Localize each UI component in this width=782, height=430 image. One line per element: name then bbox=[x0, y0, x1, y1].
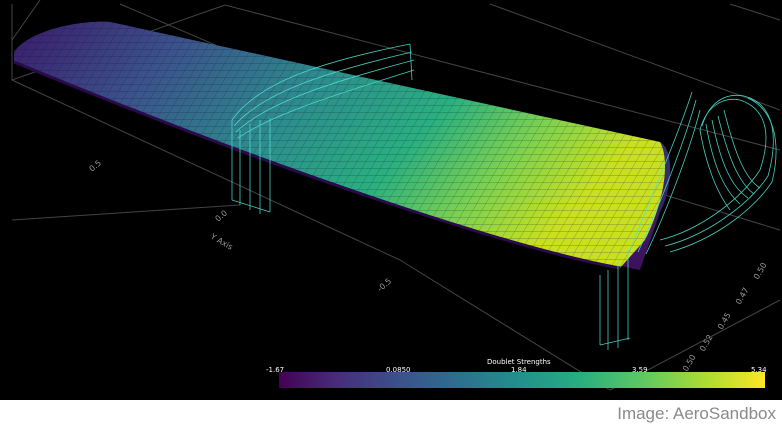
x-tick-label: 0.45 bbox=[716, 311, 733, 331]
colorbar-title: Doublet Strengths bbox=[487, 358, 551, 366]
y-tick-label: -0.5 bbox=[376, 277, 394, 294]
x-tick-label: 0.50 bbox=[752, 261, 769, 281]
wing-render-canvas: 0.5 0.0 Y Axis -0.5 0.50 0.52 0.45 0.47 … bbox=[11, 0, 781, 391]
x-tick-label: 0.47 bbox=[734, 286, 751, 306]
y-axis-title: Y Axis bbox=[208, 231, 234, 251]
x-tick-label: 0.50 bbox=[681, 353, 698, 373]
image-credit: Image: AeroSandbox bbox=[617, 404, 776, 423]
y-tick-label: 0.5 bbox=[88, 158, 104, 173]
3d-render-viewport[interactable]: 0.5 0.0 Y Axis -0.5 0.50 0.52 0.45 0.47 … bbox=[0, 0, 782, 400]
colorbar-gradient bbox=[279, 372, 765, 388]
y-tick-label: 0.0 bbox=[214, 208, 230, 223]
